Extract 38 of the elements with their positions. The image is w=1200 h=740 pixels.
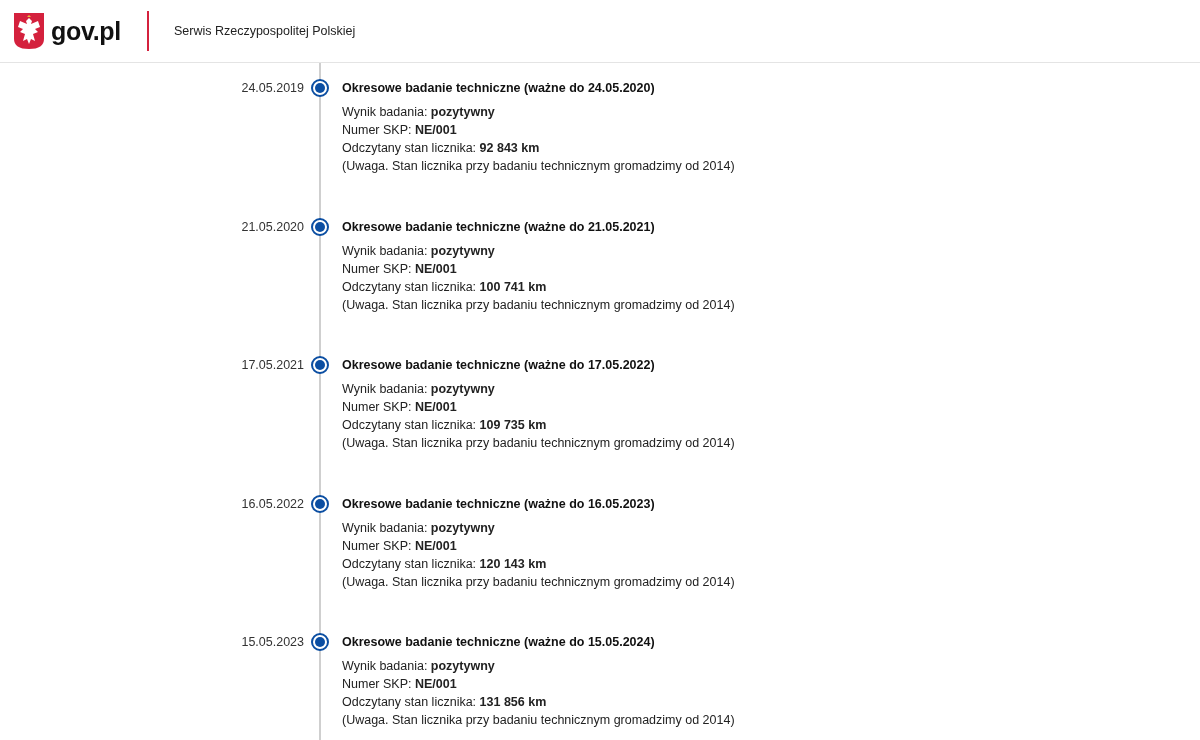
entry-detail: (Uwaga. Stan licznika przy badaniu technicznym gromadzimy od 2014) [342, 573, 736, 591]
emblem-icon [14, 13, 44, 49]
timeline-dot-icon [311, 494, 329, 513]
entry-date: 24.05.2019 [240, 80, 304, 97]
entry-date: 17.05.2021 [240, 357, 304, 374]
entry-title: Okresowe badanie techniczne (ważne do 16.05.2023) [342, 495, 656, 513]
timeline-dot-icon [311, 356, 329, 374]
entry-title: Okresowe badanie techniczne (ważne do 17.05.2022) [342, 357, 656, 374]
entry-detail: Odczytany stan licznika: 109 735 km [342, 417, 548, 434]
entry-detail: (Uwaga. Stan licznika przy badaniu technicznym gromadzimy od 2014) [342, 712, 736, 729]
site-subtitle: Serwis Rzeczypospolitej Polskiej [173, 24, 356, 38]
timeline-dot-icon [311, 217, 329, 236]
entry-detail: (Uwaga. Stan licznika przy badaniu technicznym gromadzimy od 2014) [342, 435, 736, 452]
entry-title: Okresowe badanie techniczne (ważne do 15.05.2024) [342, 634, 656, 651]
entry-detail: Wynik badania: pozytywny [342, 242, 496, 260]
timeline-dot-icon [311, 79, 329, 97]
entry-detail: (Uwaga. Stan licznika przy badaniu technicznym gromadzimy od 2014) [342, 158, 736, 175]
entry-detail: Odczytany stan licznika: 120 143 km [342, 555, 548, 573]
entry-detail: Wynik badania: pozytywny [342, 381, 496, 398]
entry-detail: Wynik badania: pozytywny [342, 104, 496, 121]
entry-detail: Odczytany stan licznika: 100 741 km [342, 278, 548, 296]
entry-title: Okresowe badanie techniczne (ważne do 21.05.2021) [342, 218, 656, 236]
entry-detail: Odczytany stan licznika: 131 856 km [342, 694, 548, 711]
entry-detail: Numer SKP: NE/001 [342, 537, 458, 555]
entry-title: Okresowe badanie techniczne (ważne do 24.05.2020) [342, 80, 656, 97]
entry-date: 16.05.2022 [240, 495, 304, 513]
timeline-dot-icon [311, 633, 329, 651]
entry-detail: Odczytany stan licznika: 92 843 km [342, 140, 541, 157]
entry-date: 15.05.2023 [240, 634, 304, 651]
entry-detail: Wynik badania: pozytywny [342, 519, 496, 537]
logo-text[interactable]: gov.pl [51, 16, 121, 46]
entry-detail: (Uwaga. Stan licznika przy badaniu technicznym gromadzimy od 2014) [342, 296, 736, 314]
entry-detail: Numer SKP: NE/001 [342, 122, 458, 139]
entry-date: 21.05.2020 [240, 218, 304, 236]
entry-detail: Wynik badania: pozytywny [342, 658, 496, 675]
entry-detail: Numer SKP: NE/001 [342, 399, 458, 416]
entry-detail: Numer SKP: NE/001 [342, 260, 458, 278]
entry-detail: Numer SKP: NE/001 [342, 676, 458, 693]
